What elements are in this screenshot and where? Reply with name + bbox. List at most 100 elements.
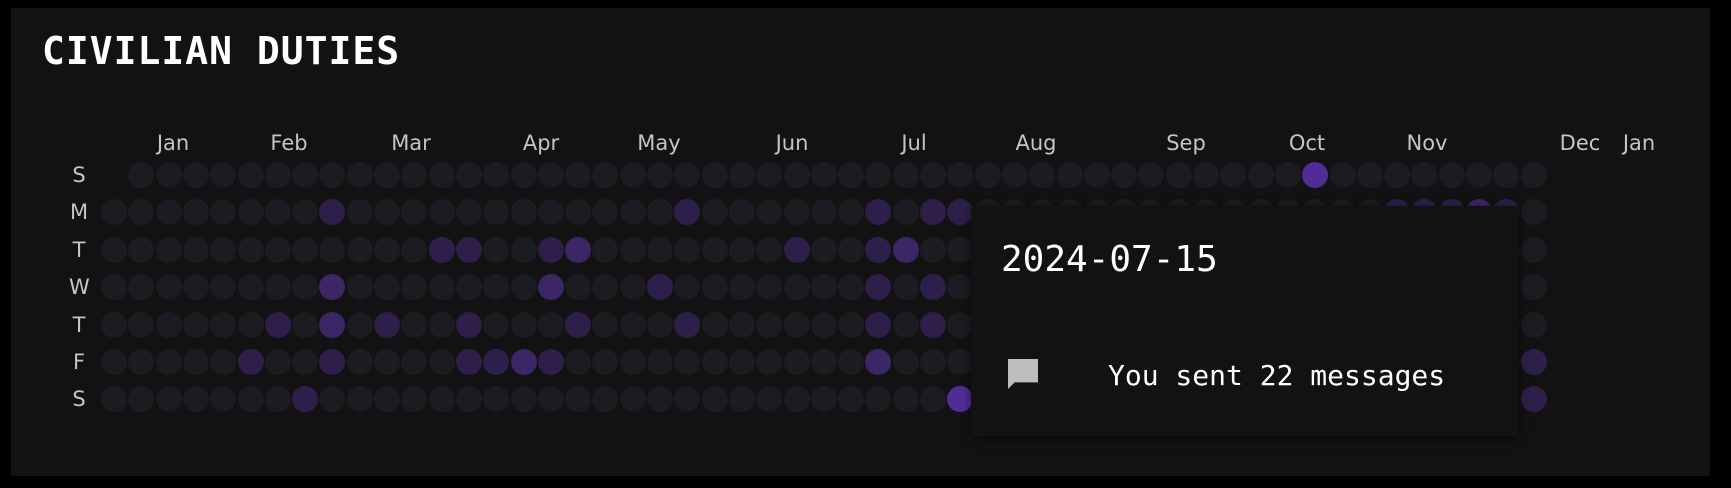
day-cell[interactable] [619, 162, 646, 188]
day-cell[interactable] [292, 236, 319, 263]
day-cell[interactable] [1056, 162, 1083, 188]
day-cell[interactable] [264, 162, 291, 188]
day-cell[interactable] [892, 162, 919, 188]
day-cell[interactable] [455, 236, 482, 263]
day-cell[interactable] [237, 274, 264, 301]
day-cell[interactable] [182, 274, 209, 301]
day-cell[interactable] [728, 274, 755, 301]
day-cell[interactable] [374, 199, 400, 226]
day-cell[interactable] [264, 349, 291, 375]
day-cell[interactable] [783, 311, 810, 338]
day-cell[interactable] [346, 236, 373, 263]
day-cell[interactable] [292, 199, 319, 226]
day-cell[interactable] [865, 162, 892, 188]
day-cell[interactable] [810, 311, 837, 338]
day-cell[interactable] [783, 199, 810, 226]
day-cell[interactable] [647, 236, 673, 263]
day-cell[interactable] [892, 199, 919, 226]
day-cell[interactable] [647, 311, 673, 338]
day-cell[interactable] [128, 349, 155, 375]
day-cell[interactable] [756, 311, 783, 338]
day-cell[interactable] [346, 199, 373, 226]
day-cell[interactable] [674, 199, 701, 226]
day-cell[interactable] [128, 199, 155, 226]
day-cell[interactable] [374, 162, 400, 188]
day-cell[interactable] [155, 236, 182, 263]
day-cell[interactable] [1083, 162, 1110, 188]
day-cell[interactable] [619, 349, 646, 375]
day-cell[interactable] [920, 236, 946, 263]
day-cell[interactable] [101, 199, 127, 226]
day-cell[interactable] [483, 349, 510, 375]
day-cell[interactable] [292, 311, 319, 338]
day-cell[interactable] [319, 349, 346, 375]
day-cell[interactable] [319, 311, 346, 338]
day-cell[interactable] [674, 274, 701, 301]
day-cell[interactable] [401, 236, 428, 263]
day-cell[interactable] [128, 311, 155, 338]
day-cell[interactable] [264, 386, 291, 413]
day-cell[interactable] [455, 199, 482, 226]
day-cell[interactable] [455, 311, 482, 338]
day-cell[interactable] [428, 236, 455, 263]
day-cell[interactable] [728, 162, 755, 188]
day-cell[interactable] [1247, 162, 1274, 188]
day-cell[interactable] [565, 386, 592, 413]
day-cell[interactable] [892, 236, 919, 263]
day-cell[interactable] [810, 162, 837, 188]
day-cell[interactable] [865, 236, 892, 263]
day-cell[interactable] [1438, 162, 1465, 188]
day-cell[interactable] [756, 349, 783, 375]
day-cell[interactable] [510, 199, 537, 226]
day-cell[interactable] [483, 274, 510, 301]
day-cell[interactable] [155, 274, 182, 301]
day-cell[interactable] [346, 162, 373, 188]
day-cell[interactable] [510, 236, 537, 263]
day-cell[interactable] [592, 274, 619, 301]
day-cell[interactable] [947, 349, 974, 375]
day-cell[interactable] [128, 236, 155, 263]
day-cell[interactable] [155, 386, 182, 413]
day-cell[interactable] [155, 162, 182, 188]
day-cell[interactable] [101, 386, 127, 413]
day-cell[interactable] [865, 274, 892, 301]
day-cell[interactable] [537, 199, 564, 226]
day-cell[interactable] [701, 386, 728, 413]
day-cell[interactable] [155, 311, 182, 338]
day-cell[interactable] [374, 386, 400, 413]
day-cell[interactable] [346, 349, 373, 375]
day-cell[interactable] [210, 311, 237, 338]
day-cell[interactable] [237, 386, 264, 413]
day-cell[interactable] [619, 236, 646, 263]
day-cell[interactable] [701, 199, 728, 226]
day-cell[interactable] [128, 274, 155, 301]
day-cell[interactable] [1493, 162, 1520, 188]
day-cell[interactable] [292, 349, 319, 375]
day-cell[interactable] [182, 199, 209, 226]
day-cell[interactable] [483, 311, 510, 338]
day-cell[interactable] [455, 162, 482, 188]
day-cell[interactable] [920, 311, 946, 338]
day-cell[interactable] [810, 236, 837, 263]
day-cell[interactable] [592, 349, 619, 375]
day-cell[interactable] [210, 199, 237, 226]
day-cell[interactable] [920, 162, 946, 188]
day-cell[interactable] [483, 162, 510, 188]
day-cell[interactable] [1520, 199, 1547, 226]
day-cell[interactable] [101, 349, 127, 375]
day-cell[interactable] [647, 274, 673, 301]
day-cell[interactable] [947, 236, 974, 263]
day-cell[interactable] [1001, 162, 1028, 188]
day-cell[interactable] [838, 274, 865, 301]
day-cell[interactable] [210, 386, 237, 413]
day-cell[interactable] [728, 386, 755, 413]
day-cell[interactable] [838, 311, 865, 338]
day-cell[interactable] [1520, 274, 1547, 301]
day-cell[interactable] [537, 311, 564, 338]
day-cell[interactable] [592, 311, 619, 338]
day-cell[interactable] [1165, 162, 1192, 188]
day-cell[interactable] [510, 274, 537, 301]
day-cell[interactable] [783, 386, 810, 413]
day-cell[interactable] [947, 386, 974, 413]
day-cell[interactable] [182, 386, 209, 413]
